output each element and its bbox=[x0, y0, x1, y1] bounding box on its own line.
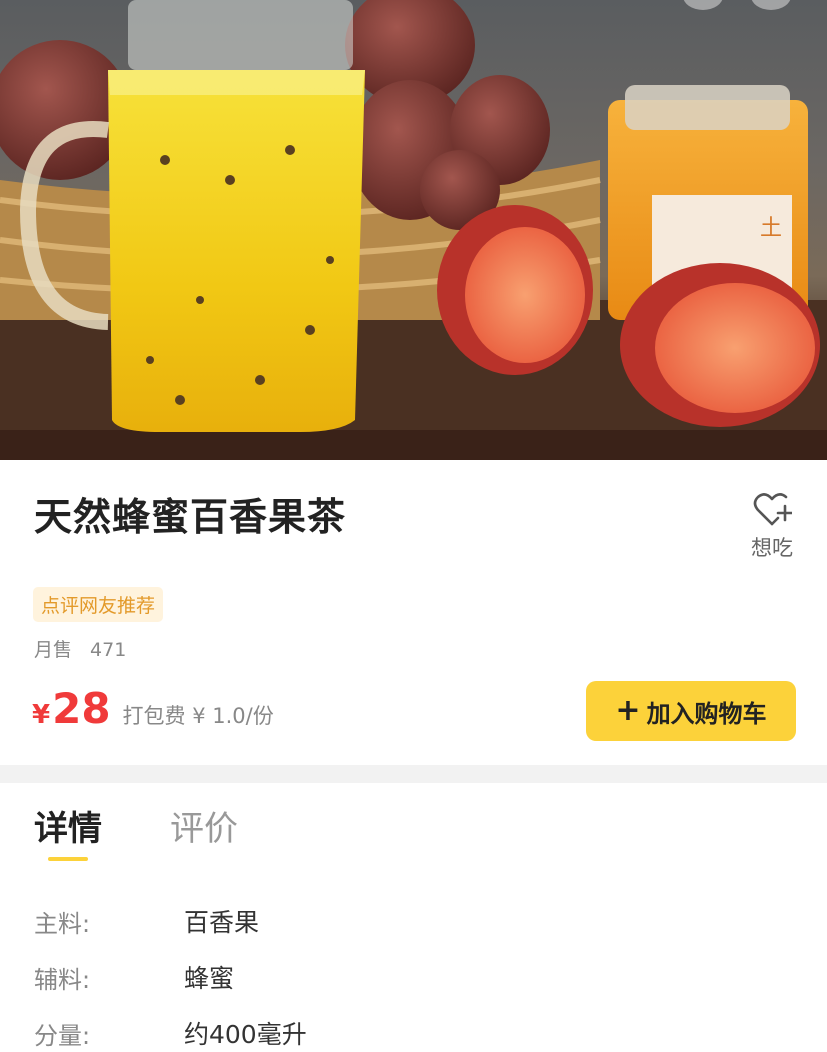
tab-reviews[interactable]: 评价 bbox=[170, 801, 238, 850]
product-title: 天然蜂蜜百香果茶 bbox=[34, 495, 347, 539]
spec-list: 主料: 百香果 辅料: 蜂蜜 分量: 约400毫升 bbox=[34, 893, 307, 1052]
spec-value: 约400毫升 bbox=[184, 1020, 307, 1049]
recommendation-badge: 点评网友推荐 bbox=[33, 587, 164, 622]
more-icon[interactable] bbox=[751, 0, 791, 10]
heart-plus-icon bbox=[753, 493, 792, 526]
detail-section: 详情 评价 主料: 百香果 辅料: 蜂蜜 分量: 约400毫升 bbox=[0, 783, 827, 1052]
section-divider bbox=[0, 765, 827, 783]
svg-text:土: 土 bbox=[760, 216, 782, 241]
product-info-card: 天然蜂蜜百香果茶 想吃 点评网友推荐 月售 471 ¥ 28 打包费 ¥ 1.0/… bbox=[0, 460, 827, 765]
spec-value: 百香果 bbox=[184, 908, 260, 937]
plus-icon: + bbox=[615, 693, 641, 728]
want-to-eat-button[interactable]: 想吃 bbox=[744, 492, 800, 562]
monthly-sales: 月售 471 bbox=[34, 635, 126, 662]
product-photo: 土 bbox=[0, 0, 827, 460]
monthly-sales-label: 月售 bbox=[34, 639, 73, 661]
price-value: 28 bbox=[52, 684, 111, 733]
share-icon[interactable] bbox=[683, 0, 723, 10]
product-detail-page: 土 天然蜂蜜百香果茶 想吃 点评网友推荐 月售 471 ¥ 28 打包费 ¥ 1… bbox=[0, 0, 827, 1052]
monthly-sales-value: 471 bbox=[90, 639, 127, 661]
price-currency: ¥ bbox=[32, 700, 51, 730]
add-to-cart-label: 加入购物车 bbox=[646, 699, 767, 728]
spec-key: 主料: bbox=[34, 909, 91, 938]
packaging-fee: 打包费 ¥ 1.0/份 bbox=[122, 704, 274, 728]
spec-row-main-ingredient: 主料: 百香果 bbox=[34, 893, 307, 949]
active-tab-indicator bbox=[48, 857, 88, 861]
price-row: ¥ 28 打包费 ¥ 1.0/份 bbox=[32, 684, 274, 733]
top-controls bbox=[683, 0, 791, 10]
tab-details[interactable]: 详情 bbox=[34, 801, 102, 850]
passion-fruit-tea-illustration: 土 bbox=[0, 0, 827, 460]
spec-row-secondary-ingredient: 辅料: 蜂蜜 bbox=[34, 949, 307, 1005]
detail-tabs: 详情 评价 bbox=[34, 801, 238, 850]
spec-key: 分量: bbox=[34, 1021, 91, 1050]
spec-key: 辅料: bbox=[34, 965, 91, 994]
add-to-cart-button[interactable]: + 加入购物车 bbox=[586, 681, 796, 741]
want-to-eat-label: 想吃 bbox=[751, 536, 793, 560]
spec-row-portion: 分量: 约400毫升 bbox=[34, 1005, 307, 1052]
spec-value: 蜂蜜 bbox=[184, 964, 235, 993]
